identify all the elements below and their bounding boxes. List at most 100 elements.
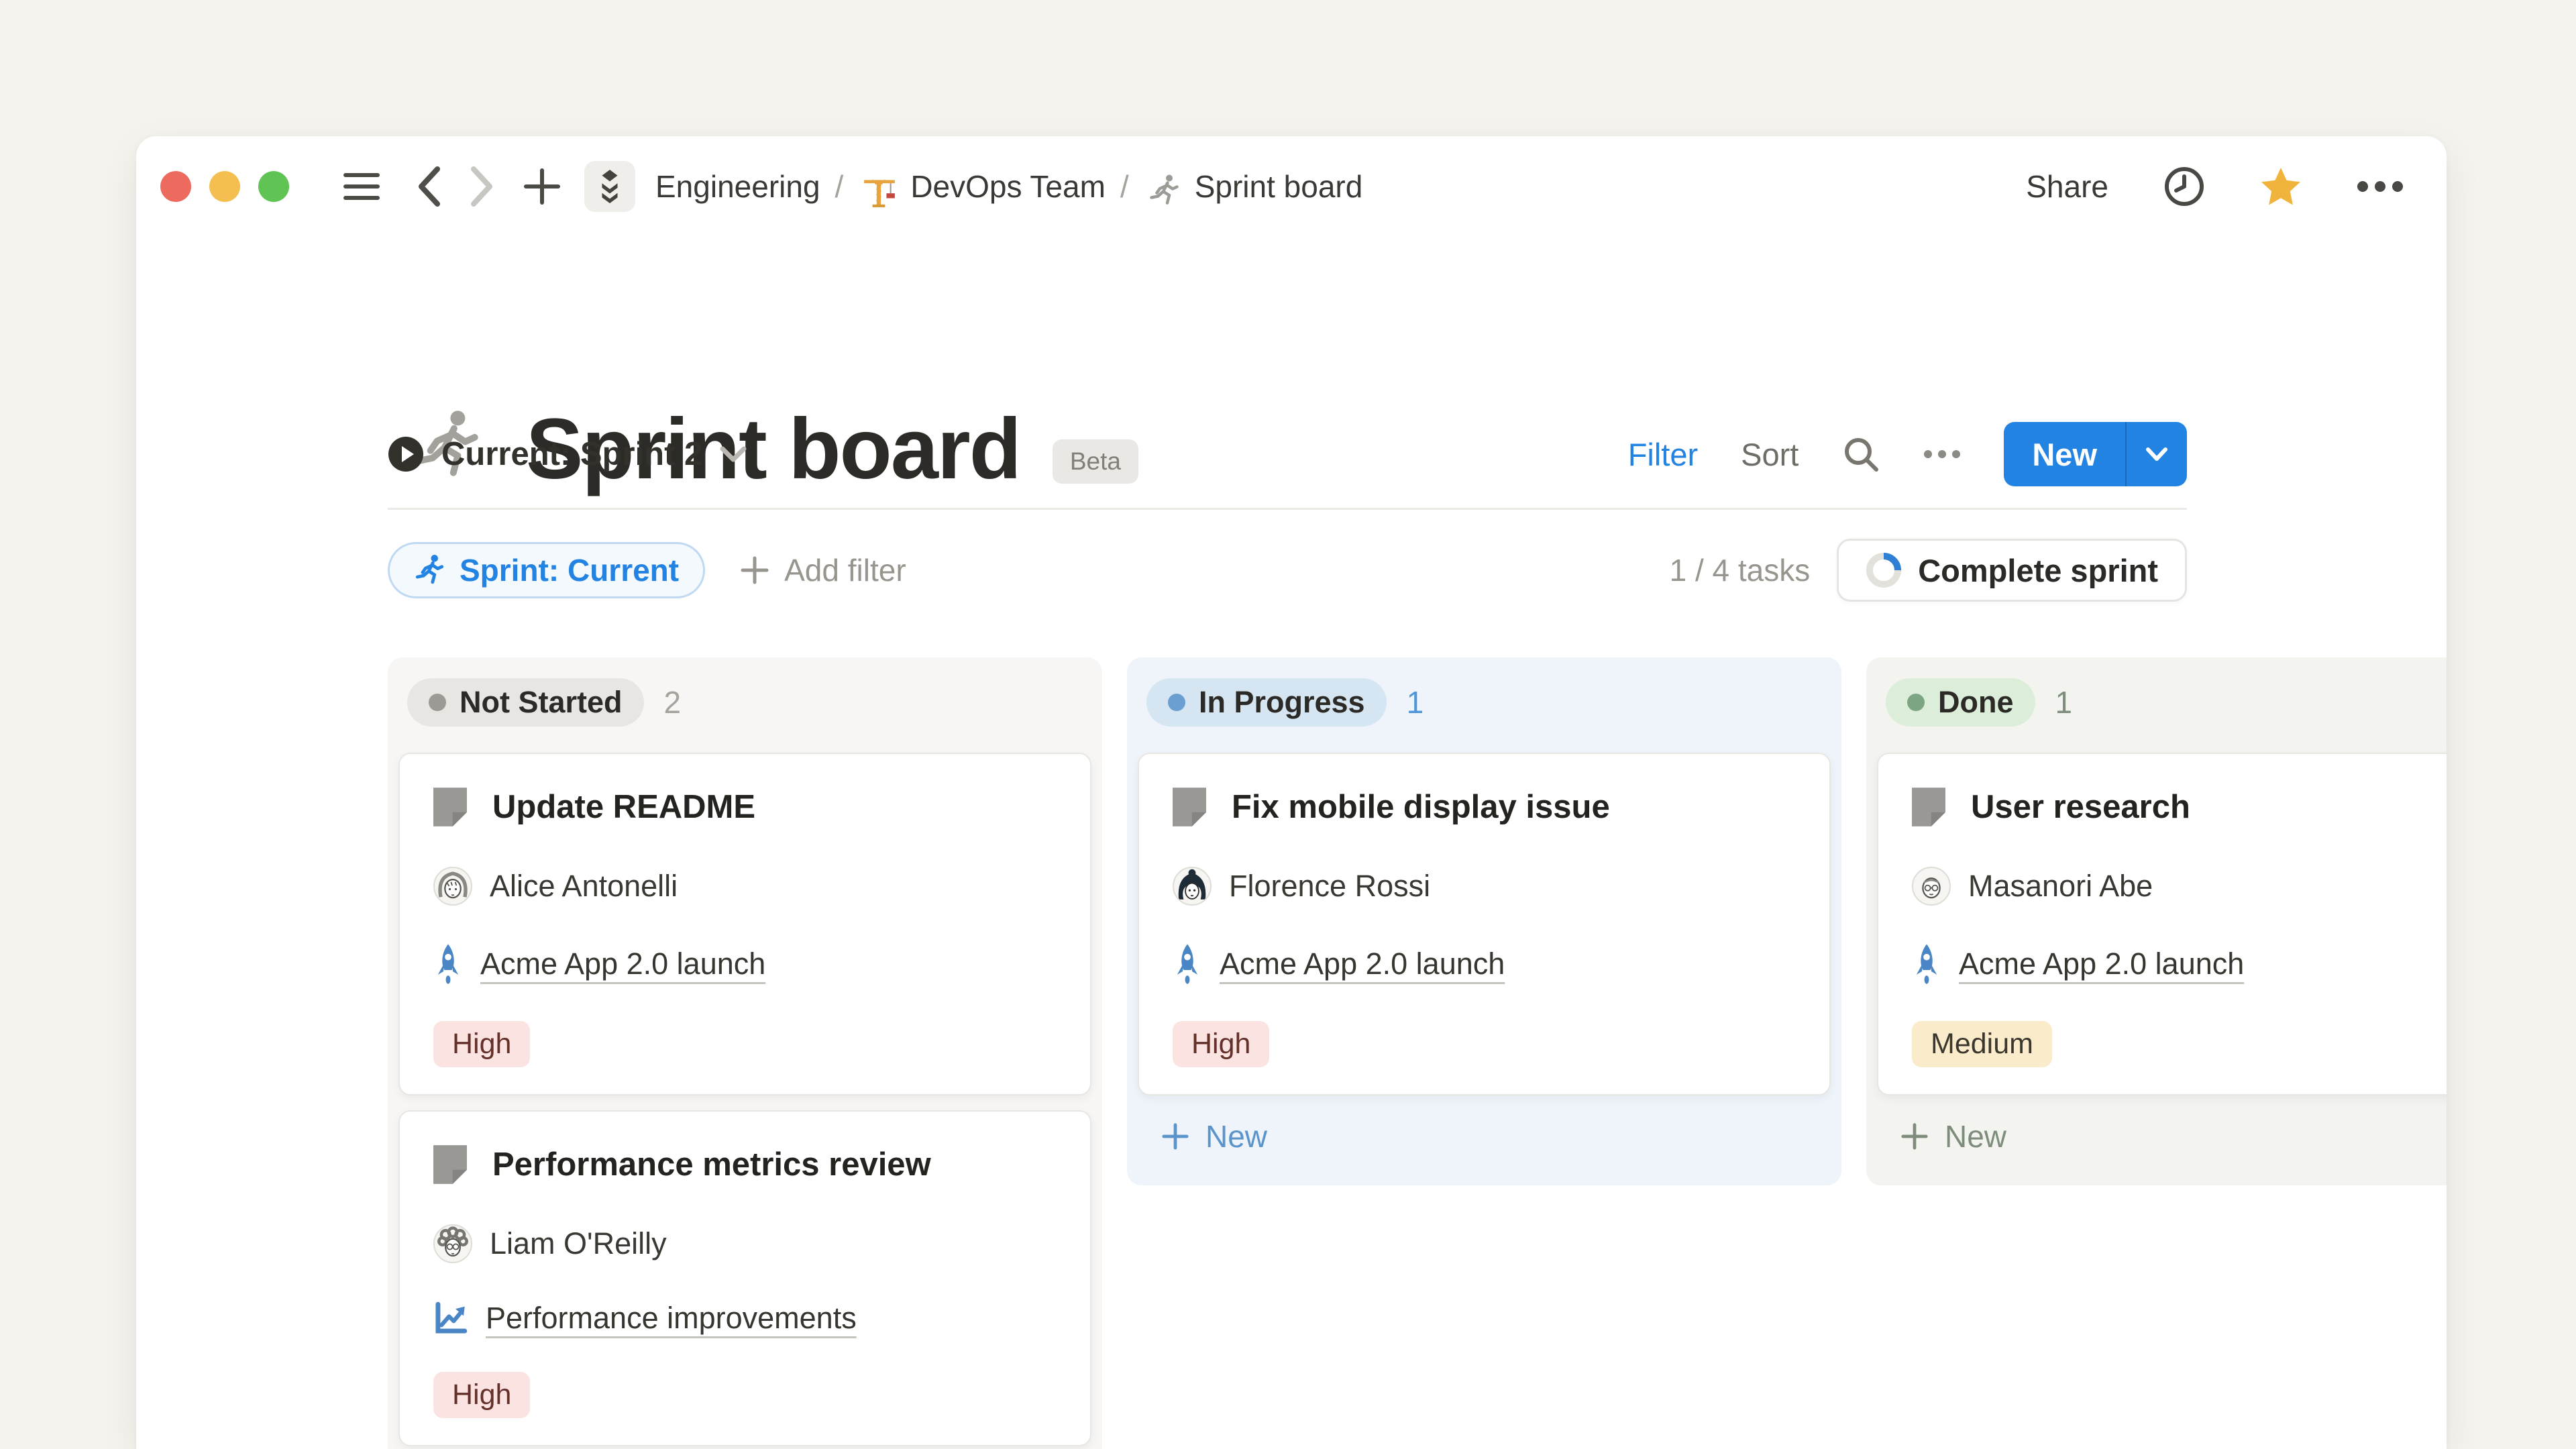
- sort-button[interactable]: Sort: [1741, 436, 1799, 473]
- filter-bar: Sprint: Current Add filter 1 / 4 tasks C…: [388, 539, 2187, 602]
- crane-icon: [862, 173, 897, 208]
- task-card-user-research[interactable]: User research Masanori Abe Acme App 2.0 …: [1877, 753, 2447, 1095]
- page-icon: [433, 788, 467, 826]
- complete-sprint-button[interactable]: Complete sprint: [1837, 539, 2187, 602]
- project-link[interactable]: Acme App 2.0 launch: [480, 947, 765, 981]
- project-row: Performance improvements: [433, 1301, 1057, 1336]
- forward-icon[interactable]: [469, 165, 496, 208]
- status-label: Not Started: [460, 685, 623, 720]
- chevron-down-icon[interactable]: [2127, 447, 2187, 462]
- project-row: Acme App 2.0 launch: [433, 943, 1057, 985]
- status-pill-not-started: Not Started: [407, 678, 644, 727]
- topbar-actions: Share: [2026, 166, 2404, 207]
- column-header[interactable]: Done 1: [1886, 678, 2447, 727]
- add-card-label: New: [1945, 1118, 2006, 1155]
- column-header[interactable]: In Progress 1: [1146, 678, 1831, 727]
- filter-button[interactable]: Filter: [1628, 436, 1698, 473]
- add-filter-label: Add filter: [784, 552, 906, 588]
- complete-sprint-label: Complete sprint: [1918, 552, 2158, 589]
- toolbar-divider: [388, 508, 2187, 510]
- priority-tag: High: [1173, 1021, 1269, 1067]
- assignee-row: Alice Antonelli: [433, 867, 1057, 906]
- status-dot: [429, 694, 446, 711]
- chart-increase-icon: [433, 1301, 468, 1336]
- project-row: Acme App 2.0 launch: [1173, 943, 1796, 985]
- task-card-update-readme[interactable]: Update README Alice Antonelli Acme App 2…: [398, 753, 1091, 1095]
- assignee-row: Florence Rossi: [1173, 867, 1796, 906]
- project-link[interactable]: Acme App 2.0 launch: [1220, 947, 1505, 981]
- rocket-icon: [433, 943, 463, 985]
- avatar: [433, 1224, 472, 1263]
- filter-bar-right: 1 / 4 tasks Complete sprint: [1670, 539, 2187, 602]
- page-icon: [1173, 788, 1206, 826]
- breadcrumb-sprint-board[interactable]: Sprint board: [1195, 168, 1363, 205]
- breadcrumb-separator: /: [835, 168, 844, 205]
- minimize-window-button[interactable]: [209, 171, 240, 202]
- assignee-name: Liam O'Reilly: [490, 1226, 667, 1261]
- zoom-window-button[interactable]: [258, 171, 289, 202]
- more-options-icon[interactable]: [1923, 449, 1961, 459]
- column-header[interactable]: Not Started 2: [407, 678, 1091, 727]
- sprint-selector[interactable]: Current: Sprint 2: [388, 435, 747, 473]
- new-task-button[interactable]: New: [2004, 422, 2187, 486]
- column-in-progress: In Progress 1 Fix mobile display issue F…: [1127, 657, 1841, 1185]
- priority-tag: High: [433, 1372, 530, 1418]
- avatar: [1912, 867, 1951, 906]
- column-count: 1: [2055, 684, 2073, 720]
- task-card-fix-mobile-display-issue[interactable]: Fix mobile display issue Florence Rossi …: [1138, 753, 1831, 1095]
- status-pill-in-progress: In Progress: [1146, 678, 1387, 727]
- column-count: 2: [664, 684, 682, 720]
- assignee-row: Liam O'Reilly: [433, 1224, 1057, 1263]
- play-circle-icon: [388, 436, 424, 472]
- priority-tag: High: [433, 1021, 530, 1067]
- star-icon[interactable]: [2260, 166, 2302, 207]
- new-page-plus-icon[interactable]: [523, 167, 561, 206]
- page-icon: [433, 1145, 467, 1184]
- teamspace-stack-icon[interactable]: [584, 161, 635, 212]
- status-label: Done: [1938, 685, 2014, 720]
- clock-icon[interactable]: [2163, 166, 2205, 207]
- runner-icon: [1148, 174, 1181, 207]
- search-icon[interactable]: [1841, 435, 1880, 474]
- avatar: [433, 867, 472, 906]
- add-card-button[interactable]: New: [1900, 1118, 2447, 1155]
- status-dot: [1907, 694, 1925, 711]
- kanban-board: Not Started 2 Update README Alice Antone…: [388, 657, 2447, 1449]
- column-count: 1: [1407, 684, 1424, 720]
- project-row: Acme App 2.0 launch: [1912, 943, 2447, 985]
- assignee-row: Masanori Abe: [1912, 867, 2447, 906]
- sprint-filter-label: Sprint: Current: [460, 552, 679, 588]
- task-title: Fix mobile display issue: [1232, 788, 1610, 826]
- status-dot: [1168, 694, 1185, 711]
- status-pill-done: Done: [1886, 678, 2035, 727]
- rocket-icon: [1912, 943, 1941, 985]
- ellipsis-icon[interactable]: [2357, 180, 2404, 193]
- breadcrumb-engineering[interactable]: Engineering: [655, 168, 820, 205]
- new-task-label[interactable]: New: [2004, 436, 2125, 473]
- add-filter-button[interactable]: Add filter: [740, 552, 906, 588]
- sidebar-toggle-icon[interactable]: [343, 171, 380, 202]
- breadcrumb-devops-team[interactable]: DevOps Team: [910, 168, 1106, 205]
- task-progress-label: 1 / 4 tasks: [1670, 552, 1811, 588]
- task-title: Update README: [492, 788, 755, 826]
- sprint-filter-chip[interactable]: Sprint: Current: [388, 542, 705, 598]
- add-card-button[interactable]: New: [1161, 1118, 1831, 1155]
- status-label: In Progress: [1199, 685, 1365, 720]
- close-window-button[interactable]: [160, 171, 191, 202]
- project-link[interactable]: Acme App 2.0 launch: [1959, 947, 2244, 981]
- share-button[interactable]: Share: [2026, 168, 2108, 205]
- task-title: Performance metrics review: [492, 1146, 931, 1183]
- task-card-performance-metrics-review[interactable]: Performance metrics review Liam O'Reilly…: [398, 1110, 1091, 1446]
- breadcrumb-separator: /: [1120, 168, 1129, 205]
- rocket-icon: [1173, 943, 1202, 985]
- window-topbar: Engineering / DevOps Team / Sprint board…: [136, 136, 2447, 237]
- avatar: [1173, 867, 1212, 906]
- task-title: User research: [1971, 788, 2190, 826]
- priority-tag: Medium: [1912, 1021, 2052, 1067]
- breadcrumb: Engineering / DevOps Team / Sprint board: [655, 168, 1362, 205]
- assignee-name: Masanori Abe: [1968, 869, 2153, 904]
- project-link[interactable]: Performance improvements: [486, 1301, 857, 1336]
- add-card-label: New: [1205, 1118, 1267, 1155]
- runner-icon: [414, 554, 446, 586]
- back-icon[interactable]: [415, 165, 442, 208]
